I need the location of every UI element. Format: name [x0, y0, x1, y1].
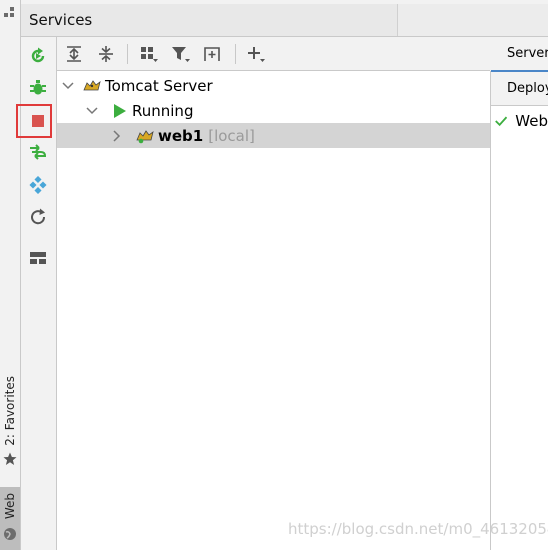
rerun-icon: [31, 47, 45, 63]
plus-icon: [248, 47, 265, 62]
stop-button-highlight: [16, 104, 52, 138]
tool-window-header: Services: [21, 4, 548, 37]
tool-window-stripe: 2: Favorites Web: [0, 0, 21, 550]
refresh-icon: [31, 208, 46, 225]
add-service-button[interactable]: [244, 42, 268, 66]
favorites-tab[interactable]: 2: Favorites: [0, 376, 20, 476]
tab-server[interactable]: Server: [491, 37, 548, 72]
layout-icon: [30, 252, 46, 264]
tree-node-label: Tomcat Server: [105, 76, 213, 95]
group-by-icon: [141, 47, 158, 62]
web-tab-label: Web: [3, 493, 17, 520]
tab-server-label: Server: [507, 46, 548, 61]
header-right-area: [397, 4, 548, 36]
deploy-button[interactable]: [27, 174, 49, 196]
tree-node-running[interactable]: Running: [57, 98, 490, 123]
toolbar-separator: [235, 44, 236, 64]
globe-icon: [4, 528, 16, 541]
star-icon: [3, 452, 17, 465]
tree-node-web1[interactable]: web1 [local]: [57, 123, 490, 148]
watermark: https://blog.csdn.net/m0_46132054: [288, 520, 548, 538]
structure-icon[interactable]: [3, 6, 17, 20]
deploy-icon: [29, 176, 47, 194]
layout-button[interactable]: [27, 247, 49, 269]
tree-toolbar: [57, 37, 490, 71]
deployment-item[interactable]: Web: [491, 109, 548, 133]
running-icon: [114, 103, 126, 118]
open-in-new-tab-button[interactable]: [201, 42, 225, 66]
new-tab-icon: [204, 47, 220, 61]
expand-all-button[interactable]: [62, 42, 86, 66]
chevron-down-icon[interactable]: [61, 79, 75, 93]
toolbar-separator: [127, 44, 128, 64]
expand-all-icon: [67, 46, 81, 62]
update-application-button[interactable]: [27, 141, 49, 163]
refresh-button[interactable]: [27, 206, 49, 228]
update-icon: [30, 144, 47, 160]
favorites-tab-label: 2: Favorites: [3, 376, 17, 446]
services-tree: Tomcat Server Running web1 [local]: [57, 71, 491, 550]
tomcat-icon: [83, 79, 101, 90]
tree-node-tomcat-server[interactable]: Tomcat Server: [57, 73, 490, 98]
filter-button[interactable]: [169, 42, 193, 66]
deployment-label: Web: [515, 112, 548, 130]
group-by-button[interactable]: [137, 42, 161, 66]
web-tab[interactable]: Web: [0, 487, 20, 550]
artifact-name: web1: [158, 126, 204, 145]
collapse-all-icon: [99, 46, 113, 62]
debug-icon: [30, 80, 46, 95]
collapse-all-button[interactable]: [94, 42, 118, 66]
details-pane: Server Deploy Web: [491, 37, 548, 550]
tree-node-label: Running: [132, 101, 194, 120]
tab-deployment[interactable]: Deploy: [491, 72, 548, 106]
filter-icon: [172, 47, 190, 62]
check-icon: [495, 116, 508, 127]
chevron-down-icon[interactable]: [85, 104, 99, 118]
debug-button[interactable]: [27, 77, 49, 99]
artifact-location: [local]: [208, 126, 255, 145]
chevron-right-icon[interactable]: [109, 129, 123, 143]
window-title: Services: [29, 11, 93, 29]
artifact-icon: [136, 129, 154, 143]
tab-deployment-label: Deploy: [507, 81, 548, 96]
rerun-button[interactable]: [27, 45, 49, 67]
